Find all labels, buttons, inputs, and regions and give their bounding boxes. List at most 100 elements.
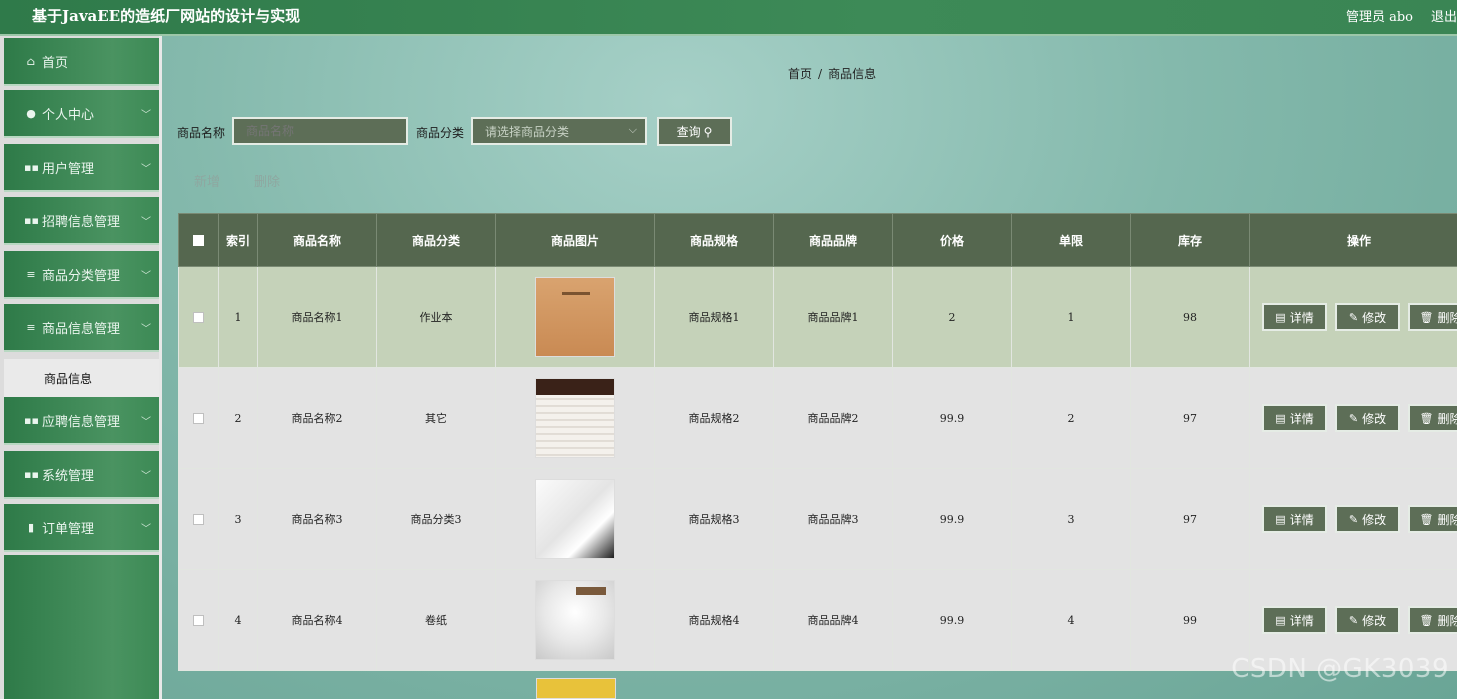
product-category-select[interactable]: 请选择商品分类 ⌵ [471, 117, 647, 145]
column-header-name: 商品名称 [257, 213, 377, 267]
sidebar-item-label: 系统管理 [42, 468, 95, 484]
detail-button[interactable]: ▤ 详情 [1262, 505, 1327, 533]
cell-spec: 商品规格1 [654, 266, 774, 368]
row-select-cell [178, 367, 219, 469]
column-header-category: 商品分类 [376, 213, 496, 267]
person-icon: ● [26, 106, 36, 120]
edit-label: 修改 [1362, 613, 1387, 628]
edit-button[interactable]: ✎ 修改 [1335, 303, 1400, 331]
cell-spec: 商品规格2 [654, 367, 774, 469]
sidebar-item-category-management[interactable]: ≡ 商品分类管理 ﹀ [4, 251, 159, 299]
sidebar-item-label: 商品信息管理 [42, 321, 121, 337]
batch-delete-button[interactable]: 删除 [254, 171, 280, 190]
detail-button[interactable]: ▤ 详情 [1262, 606, 1327, 634]
breadcrumb-home[interactable]: 首页 [788, 67, 812, 81]
edit-button[interactable]: ✎ 修改 [1335, 404, 1400, 432]
column-header-limit: 单限 [1011, 213, 1131, 267]
detail-button[interactable]: ▤ 详情 [1262, 404, 1327, 432]
sidebar-item-personal-center[interactable]: ● 个人中心 ﹀ [4, 90, 159, 138]
detail-label: 详情 [1289, 411, 1314, 426]
cell-index: 2 [218, 367, 258, 469]
breadcrumb-current: 商品信息 [828, 67, 877, 81]
product-image[interactable] [535, 580, 615, 660]
sidebar-item-user-management[interactable]: ▪▪ 用户管理 ﹀ [4, 144, 159, 192]
delete-button[interactable]: 🗑 删除 [1408, 404, 1457, 432]
cell-index: 4 [218, 569, 258, 671]
logout-link[interactable]: 退出 [1431, 6, 1457, 25]
sidebar-item-application-management[interactable]: ▪▪ 应聘信息管理 ﹀ [4, 397, 159, 445]
search-icon: ⚲ [703, 124, 713, 139]
delete-button[interactable]: 🗑 删除 [1408, 606, 1457, 634]
category-select-placeholder: 请选择商品分类 [485, 124, 570, 139]
sidebar-item-label: 招聘信息管理 [42, 214, 121, 230]
chevron-down-icon: ﹀ [141, 110, 151, 121]
query-button[interactable]: 查询 ⚲ [657, 117, 732, 146]
sidebar-item-product-management[interactable]: ≡ 商品信息管理 ﹀ [4, 304, 159, 352]
sidebar-item-order-management[interactable]: ▮ 订单管理 ﹀ [4, 504, 159, 552]
row-checkbox[interactable] [193, 413, 204, 424]
sidebar-subitem-product-info[interactable]: 商品信息 [4, 359, 159, 397]
detail-label: 详情 [1289, 512, 1314, 527]
chevron-down-icon: ﹀ [141, 471, 151, 482]
cell-stock: 97 [1130, 367, 1250, 469]
cell-actions: ▤ 详情 ✎ 修改 🗑 删除 [1249, 367, 1457, 469]
chevron-down-icon: ⌵ [628, 123, 637, 136]
delete-button[interactable]: 🗑 删除 [1408, 505, 1457, 533]
cell-limit: 4 [1011, 569, 1131, 671]
table-row: 3 商品名称3 商品分类3 商品规格3 商品品牌3 99.9 3 97 ▤ 详情 … [178, 468, 1457, 570]
product-image[interactable] [535, 277, 615, 357]
cell-actions: ▤ 详情 ✎ 修改 🗑 删除 [1249, 468, 1457, 570]
sidebar-item-label: 首页 [42, 55, 69, 71]
cell-brand: 商品品牌3 [773, 468, 893, 570]
row-checkbox[interactable] [193, 312, 204, 323]
chevron-down-icon: ﹀ [141, 164, 151, 175]
product-name-label: 商品名称 [177, 126, 226, 140]
edit-button[interactable]: ✎ 修改 [1335, 505, 1400, 533]
sidebar-item-label: 个人中心 [42, 107, 95, 123]
select-all-checkbox[interactable] [193, 235, 204, 246]
add-button[interactable]: 新增 [194, 171, 220, 190]
cell-price: 99.9 [892, 468, 1012, 570]
cell-name: 商品名称2 [257, 367, 377, 469]
breadcrumb-separator: / [818, 67, 823, 81]
sidebar-item-home[interactable]: ⌂ 首页 [4, 38, 159, 86]
table-header-row: 索引 商品名称 商品分类 商品图片 商品规格 商品品牌 价格 单限 库存 操作 [178, 213, 1457, 267]
edit-label: 修改 [1362, 310, 1387, 325]
cell-limit: 1 [1011, 266, 1131, 368]
row-select-cell [178, 468, 219, 570]
chevron-down-icon: ﹀ [141, 417, 151, 428]
cell-brand: 商品品牌2 [773, 367, 893, 469]
current-user-label: 管理员 abo [1345, 10, 1413, 25]
cell-actions: ▤ 详情 ✎ 修改 🗑 删除 [1249, 266, 1457, 368]
product-image[interactable] [535, 479, 615, 559]
product-image[interactable] [535, 378, 615, 458]
chevron-down-icon: ﹀ [141, 217, 151, 228]
cell-brand: 商品品牌1 [773, 266, 893, 368]
edit-button[interactable]: ✎ 修改 [1335, 606, 1400, 634]
column-header-image: 商品图片 [495, 213, 655, 267]
cell-name: 商品名称4 [257, 569, 377, 671]
row-select-cell [178, 266, 219, 368]
sidebar-item-label: 应聘信息管理 [42, 414, 121, 430]
edit-label: 修改 [1362, 411, 1387, 426]
delete-button[interactable]: 🗑 删除 [1408, 303, 1457, 331]
sidebar-item-system-management[interactable]: ▪▪ 系统管理 ﹀ [4, 451, 159, 499]
pencil-icon: ✎ [1348, 411, 1359, 425]
column-header-index: 索引 [218, 213, 258, 267]
delete-label: 删除 [1437, 512, 1457, 527]
main-content: 首页 / 商品信息 商品名称 商品分类 请选择商品分类 ⌵ 查询 ⚲ 新增 删除 [162, 36, 1457, 699]
sidebar-item-recruitment-management[interactable]: ▪▪ 招聘信息管理 ﹀ [4, 197, 159, 245]
cell-spec: 商品规格4 [654, 569, 774, 671]
pencil-icon: ✎ [1348, 613, 1359, 627]
row-checkbox[interactable] [193, 514, 204, 525]
cell-price: 99.9 [892, 367, 1012, 469]
app-root: 基于JavaEE的造纸厂网站的设计与实现 管理员 abo 退出 ⌂ 首页 ● 个… [0, 0, 1457, 699]
cell-name: 商品名称1 [257, 266, 377, 368]
document-icon: ▤ [1275, 613, 1286, 627]
site-title: 基于JavaEE的造纸厂网站的设计与实现 [32, 7, 301, 25]
row-checkbox[interactable] [193, 615, 204, 626]
cell-limit: 3 [1011, 468, 1131, 570]
cell-image [495, 569, 655, 671]
detail-button[interactable]: ▤ 详情 [1262, 303, 1327, 331]
product-name-input[interactable] [232, 117, 408, 145]
